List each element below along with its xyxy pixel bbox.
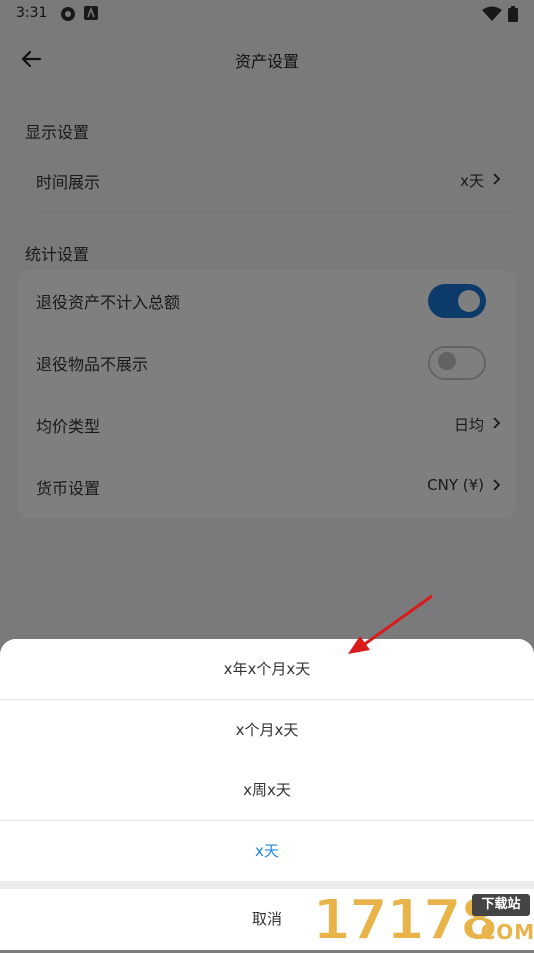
- watermark-digits: 17178: [311, 887, 500, 953]
- watermark-badge: 下载站: [472, 894, 530, 916]
- annotation-arrow-icon: [348, 594, 433, 654]
- watermark-suffix: .COM: [472, 920, 534, 944]
- sheet-option-md[interactable]: x个月x天: [0, 700, 534, 760]
- sheet-option-d[interactable]: x天: [0, 821, 534, 881]
- sheet-option-wd[interactable]: x周x天: [0, 760, 534, 820]
- watermark-logo: 17178 下载站 .COM: [311, 887, 534, 953]
- sheet-option-ymd[interactable]: x年x个月x天: [0, 639, 534, 699]
